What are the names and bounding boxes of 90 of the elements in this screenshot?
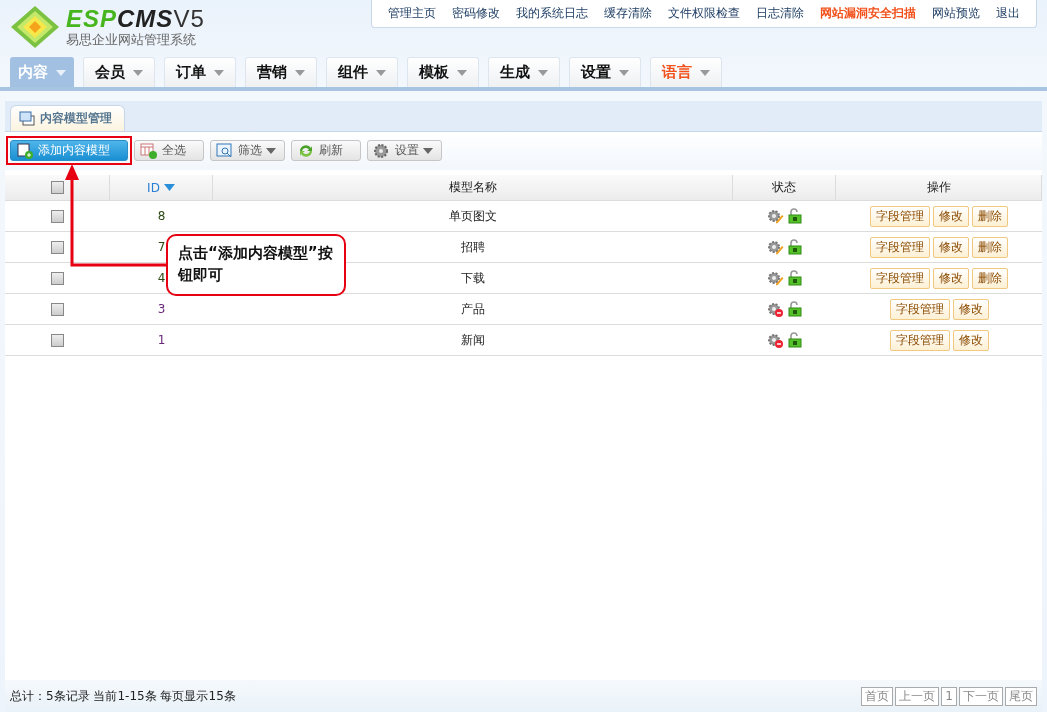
search-window-icon: [216, 142, 234, 159]
open-lock-icon: [788, 270, 802, 286]
toolbar-button[interactable]: 全选: [134, 140, 204, 161]
document-add-icon: [16, 142, 34, 159]
table-cell: 8: [157, 209, 166, 223]
caret-icon: [214, 69, 224, 76]
window-icon: [19, 111, 35, 126]
top-link[interactable]: 网站漏洞安全扫描: [812, 5, 924, 22]
table-cell: 新闻: [461, 331, 485, 349]
caret-icon: [457, 69, 467, 76]
action-button[interactable]: 修改: [933, 205, 969, 227]
action-button[interactable]: 修改: [952, 298, 989, 320]
table-cell: 3: [157, 302, 166, 316]
caret-icon: [376, 69, 386, 76]
top-link[interactable]: 日志清除: [748, 5, 812, 22]
action-button[interactable]: 字段管理: [889, 329, 950, 351]
brand-logo: ESPCMSV5: [66, 6, 205, 32]
table-cell: 单页图文: [449, 207, 497, 225]
table-cell: 招聘: [461, 238, 485, 256]
settings-icon: [373, 142, 391, 159]
table-cell: 1: [157, 333, 166, 347]
action-button[interactable]: 修改: [933, 236, 969, 258]
top-link[interactable]: 我的系统日志: [508, 5, 596, 22]
top-link[interactable]: 密码修改: [444, 5, 508, 22]
action-button[interactable]: 删除: [972, 267, 1008, 289]
top-link[interactable]: 缓存清除: [596, 5, 660, 22]
column-header: 操作: [836, 175, 1042, 200]
nav-tab[interactable]: 营销: [245, 57, 317, 87]
logo-subtitle: 易思企业网站管理系统: [66, 32, 197, 48]
top-link[interactable]: 管理主页: [380, 5, 444, 22]
pagination-button[interactable]: 下一页: [959, 686, 1003, 706]
open-lock-icon: [788, 301, 802, 317]
row-checkbox[interactable]: [51, 271, 64, 285]
row-checkbox[interactable]: [51, 333, 64, 347]
sort-down-icon: [163, 184, 175, 191]
toolbar-button[interactable]: 设置: [367, 140, 442, 161]
caret-icon: [56, 69, 66, 76]
top-link[interactable]: 退出: [988, 5, 1028, 22]
caret-icon: [538, 69, 548, 76]
top-link[interactable]: 网站预览: [924, 5, 988, 22]
table-cell: 4: [157, 271, 166, 285]
top-link[interactable]: 文件权限检查: [660, 5, 748, 22]
caret-icon: [700, 69, 710, 76]
caret-icon: [619, 69, 629, 76]
column-header[interactable]: ID: [110, 175, 213, 200]
nav-tab[interactable]: 组件: [326, 57, 398, 87]
nav-tab[interactable]: 设置: [569, 57, 641, 87]
action-button[interactable]: 删除: [972, 205, 1008, 227]
refresh-icon: [297, 142, 315, 159]
nav-tab[interactable]: 订单: [164, 57, 236, 87]
open-lock-icon: [788, 239, 802, 255]
gear-minus-icon: [767, 332, 784, 348]
column-header: 模型名称: [213, 175, 733, 200]
toolbar-button[interactable]: 筛选: [210, 140, 285, 161]
pagination-button[interactable]: 上一页: [895, 686, 940, 706]
action-button[interactable]: 字段管理: [870, 236, 930, 258]
pagination-button[interactable]: 首页: [861, 686, 894, 706]
gear-pencil-icon: [767, 239, 784, 255]
row-checkbox[interactable]: [51, 240, 64, 254]
record-summary: 总计：5条记录 当前1-15条 每页显示15条: [10, 687, 236, 705]
caret-icon: [133, 69, 143, 76]
pagination-button[interactable]: 1: [941, 686, 957, 706]
pagination-button[interactable]: 尾页: [1005, 686, 1037, 706]
caret-icon: [295, 69, 305, 76]
action-button[interactable]: 修改: [933, 267, 969, 289]
open-lock-icon: [788, 332, 802, 348]
action-button[interactable]: 删除: [972, 236, 1008, 258]
callout-note: 点击“添加内容模型”按钮即可: [166, 234, 346, 296]
row-checkbox[interactable]: [51, 302, 64, 316]
nav-tab[interactable]: 会员: [83, 57, 155, 87]
panel-tab[interactable]: 内容模型管理: [10, 105, 125, 131]
table-cell: 7: [157, 240, 166, 254]
gear-pencil-icon: [767, 270, 784, 286]
table-cell: 产品: [461, 300, 485, 318]
toolbar-button[interactable]: 刷新: [291, 140, 361, 161]
column-header: 状态: [733, 175, 836, 200]
nav-tab[interactable]: 生成: [488, 57, 560, 87]
row-checkbox[interactable]: [51, 209, 64, 223]
gear-pencil-icon: [767, 208, 784, 224]
select-all-checkbox[interactable]: [50, 181, 64, 194]
gear-minus-icon: [767, 301, 784, 317]
table-cell: 下载: [461, 269, 485, 287]
action-button[interactable]: 字段管理: [870, 205, 930, 227]
open-lock-icon: [788, 208, 802, 224]
action-button[interactable]: 字段管理: [870, 267, 930, 289]
table-add-icon: [140, 142, 158, 159]
action-button[interactable]: 修改: [952, 329, 989, 351]
logo-icon: [10, 5, 60, 49]
action-button[interactable]: 字段管理: [889, 298, 950, 320]
nav-tab[interactable]: 模板: [407, 57, 479, 87]
